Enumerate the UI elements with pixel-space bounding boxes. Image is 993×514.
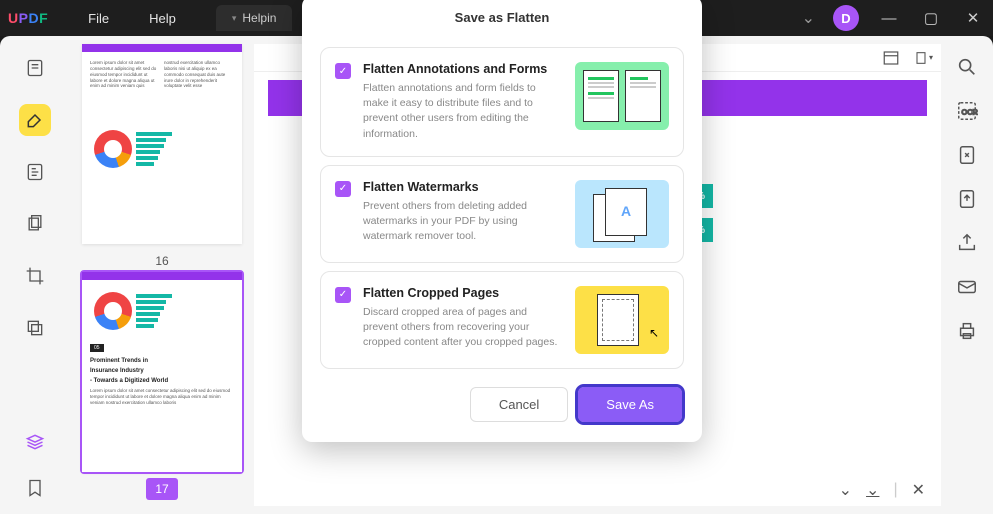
thumbnail-page-number: 16 <box>82 250 242 272</box>
mail-icon[interactable] <box>956 276 978 298</box>
chevron-down-icon[interactable]: ⌄ <box>802 8 815 28</box>
page-tool-icon[interactable] <box>19 208 51 240</box>
option-preview-icon <box>575 62 669 130</box>
left-toolbar-bottom <box>0 426 70 504</box>
jump-bottom-icon[interactable]: ⌄ <box>866 480 879 500</box>
view-mode-icon[interactable] <box>881 48 901 68</box>
menu-file[interactable]: File <box>88 11 109 26</box>
checkbox-icon[interactable]: ✓ <box>335 287 351 303</box>
minimize-button[interactable]: — <box>877 10 901 27</box>
page-layout-icon[interactable]: ▾ <box>913 48 933 68</box>
thumbnail-panel: Lorem ipsum dolor sit amet consectetur a… <box>70 36 254 514</box>
document-footer-controls: ⌄ ⌄ | ✕ <box>839 480 925 500</box>
tab-label: Helpin <box>242 11 276 25</box>
option-title: Flatten Annotations and Forms <box>363 62 563 76</box>
edit-tool-icon[interactable] <box>19 156 51 188</box>
option-description: Prevent others from deleting added water… <box>363 199 563 245</box>
tab-close-icon[interactable]: ▾ <box>232 13 237 24</box>
right-toolbar: OCR <box>941 36 993 514</box>
close-button[interactable]: ✕ <box>961 9 985 27</box>
svg-text:OCR: OCR <box>962 108 978 117</box>
thumbnail-page-number: 17 <box>146 478 178 500</box>
app-logo: UPDF <box>8 10 48 26</box>
dialog-title: Save as Flatten <box>302 0 702 39</box>
flatten-option-annotations[interactable]: ✓ Flatten Annotations and Forms Flatten … <box>320 47 684 157</box>
share-icon[interactable] <box>956 232 978 254</box>
flatten-option-watermarks[interactable]: ✓ Flatten Watermarks Prevent others from… <box>320 165 684 263</box>
titlebar-controls: ⌄ D — ▢ ✕ <box>802 5 985 31</box>
option-preview-icon: ↖ <box>575 286 669 354</box>
save-as-button[interactable]: Save As <box>578 387 682 422</box>
layers-tool-icon[interactable] <box>19 312 51 344</box>
user-avatar[interactable]: D <box>833 5 859 31</box>
search-icon[interactable] <box>956 56 978 78</box>
compress-icon[interactable] <box>956 144 978 166</box>
option-description: Discard cropped area of pages and preven… <box>363 305 563 351</box>
cancel-button[interactable]: Cancel <box>470 387 568 422</box>
export-icon[interactable] <box>956 188 978 210</box>
option-description: Flatten annotations and form fields to m… <box>363 81 563 142</box>
scroll-mode-icon[interactable]: ⌄ <box>839 480 852 500</box>
stack-icon[interactable] <box>19 426 51 458</box>
highlight-tool-icon[interactable] <box>19 104 51 136</box>
ocr-icon[interactable]: OCR <box>956 100 978 122</box>
reader-tool-icon[interactable] <box>19 52 51 84</box>
flatten-option-cropped[interactable]: ✓ Flatten Cropped Pages Discard cropped … <box>320 271 684 369</box>
page-thumbnail[interactable]: 05 Prominent Trends in Insurance Industr… <box>82 272 242 472</box>
bookmark-icon[interactable] <box>19 472 51 504</box>
maximize-button[interactable]: ▢ <box>919 9 943 27</box>
document-tab[interactable]: ▾ Helpin <box>216 5 293 31</box>
checkbox-icon[interactable]: ✓ <box>335 181 351 197</box>
menu-bar: File Help <box>88 11 176 26</box>
save-flatten-dialog: Save as Flatten ✓ Flatten Annotations an… <box>302 0 702 442</box>
menu-help[interactable]: Help <box>149 11 176 26</box>
option-title: Flatten Cropped Pages <box>363 286 563 300</box>
option-title: Flatten Watermarks <box>363 180 563 194</box>
crop-tool-icon[interactable] <box>19 260 51 292</box>
print-icon[interactable] <box>956 320 978 342</box>
option-preview-icon: A <box>575 180 669 248</box>
checkbox-icon[interactable]: ✓ <box>335 63 351 79</box>
dialog-actions: Cancel Save As <box>302 377 702 426</box>
close-panel-icon[interactable]: ✕ <box>912 480 925 500</box>
page-thumbnail[interactable]: Lorem ipsum dolor sit amet consectetur a… <box>82 44 242 244</box>
